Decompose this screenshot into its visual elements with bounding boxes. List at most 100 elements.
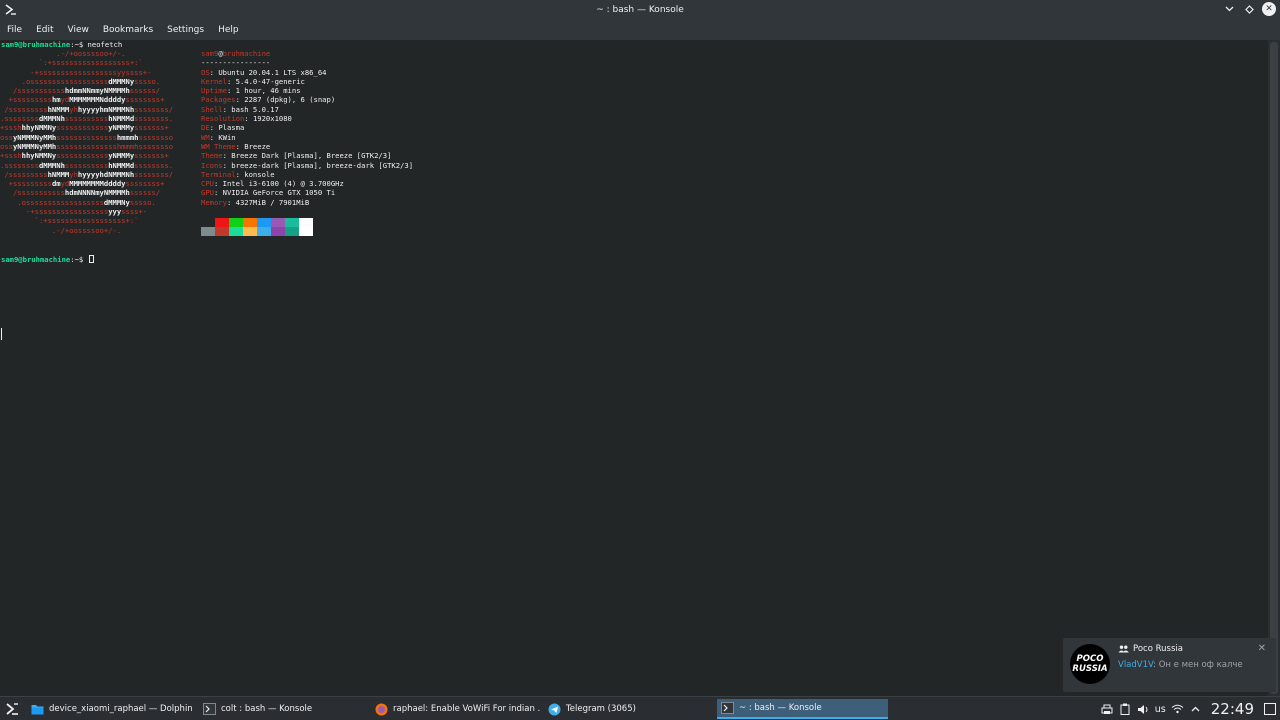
chevron-up-icon[interactable] xyxy=(1189,703,1202,716)
menu-view[interactable]: View xyxy=(68,25,89,35)
konsole-app-icon[interactable] xyxy=(4,3,18,16)
printer-icon[interactable] xyxy=(1101,703,1114,716)
info-key: Theme xyxy=(201,151,223,161)
logo-segment: sssssss+ xyxy=(134,151,169,161)
info-row: Theme: Breeze Dark [Plasma], Breeze [GTK… xyxy=(201,151,413,160)
logo-segment: +sssh xyxy=(0,123,22,133)
logo-segment: ssssssss+ xyxy=(125,95,165,105)
info-colon: : xyxy=(209,123,219,133)
info-user: sam9 xyxy=(201,49,219,58)
palette-swatch xyxy=(201,227,215,236)
info-value: 2287 (dpkg), 6 (snap) xyxy=(244,95,336,105)
logo-row: +ssshhhyNMMNyssssssssssssyNMMMysssssss+ xyxy=(0,151,192,160)
firefox-icon xyxy=(375,703,388,716)
info-key: Terminal xyxy=(201,169,236,179)
info-colon: : xyxy=(213,188,223,198)
palette-swatch xyxy=(243,227,257,236)
task-firefox[interactable]: raphael: Enable VoWiFi For indian ... xyxy=(371,699,541,719)
info-row: WM Theme: Breeze xyxy=(201,142,413,151)
task-dolphin[interactable]: device_xiaomi_raphael — Dolphin xyxy=(27,699,192,719)
scrollbar-thumb[interactable] xyxy=(1270,42,1278,694)
minimize-button[interactable] xyxy=(1222,2,1236,16)
info-value: konsole xyxy=(244,169,275,179)
logo-segment: sssssss+ xyxy=(134,123,169,133)
logo-segment: `:+ssssssssssssssssss+:` xyxy=(0,216,139,226)
show-desktop-icon[interactable] xyxy=(1263,703,1276,716)
logo-segment: sssso. xyxy=(129,197,156,207)
logo-segment: yh xyxy=(69,104,78,114)
telegram-icon xyxy=(548,703,561,716)
maximize-button[interactable] xyxy=(1242,2,1256,16)
info-value: Intel i3-6100 (4) @ 3.700GHz xyxy=(222,179,344,189)
clipboard-icon[interactable] xyxy=(1119,703,1132,716)
logo-segment: .ossssssssssssssssss xyxy=(0,197,104,207)
palette-swatch xyxy=(201,218,215,227)
terminal-icon xyxy=(721,702,734,715)
wifi-icon[interactable] xyxy=(1171,703,1184,716)
logo-row: /ssssssssshNMMMyhhyyyyhdNMMMNhssssssss/ xyxy=(0,170,192,179)
logo-segment: `:+ssssssssssssssssss+:` xyxy=(0,58,143,68)
logo-segment: dMMMNh xyxy=(38,114,65,124)
menu-settings[interactable]: Settings xyxy=(167,25,204,35)
volume-icon[interactable] xyxy=(1137,703,1150,716)
close-button[interactable]: ✕ xyxy=(1262,2,1276,16)
logo-segment: ssss+- xyxy=(121,207,148,217)
logo-row: .ossssssssssssssssssdMMMNysssso. xyxy=(0,198,192,207)
info-colon: : xyxy=(209,67,219,77)
task-telegram[interactable]: Telegram (3065) xyxy=(544,699,715,719)
clock[interactable]: 22:49 xyxy=(1211,700,1254,718)
application-launcher-icon[interactable] xyxy=(3,700,21,718)
logo-segment: dm xyxy=(51,179,61,189)
logo-segment: hNMMMd xyxy=(108,160,135,170)
logo-segment: hhyNMMNy xyxy=(21,123,57,133)
keyboard-layout[interactable]: us xyxy=(1155,704,1166,715)
logo-row: .-/+oossssoo+/-. xyxy=(0,49,192,58)
logo-segment: ssssssssssss xyxy=(56,123,109,133)
palette-swatch xyxy=(285,218,299,227)
palette-swatch xyxy=(257,227,271,236)
logo-row: ossyNMMMNyMMhsssssssssssssshmmmhssssssso xyxy=(0,142,192,151)
task-konsole-colt[interactable]: colt : bash — Konsole xyxy=(199,699,364,719)
info-value: 4327MiB / 7901MiB xyxy=(235,197,310,207)
logo-segment: yNMMMy xyxy=(108,151,135,161)
color-palette xyxy=(201,218,313,236)
logo-segment: .-/+oossssoo+/-. xyxy=(0,49,126,58)
diamond-icon xyxy=(1244,4,1254,14)
info-userhost: sam9@bruhmachine xyxy=(201,49,413,58)
info-key: DE xyxy=(201,123,210,133)
logo-segment: ssssssss+ xyxy=(125,179,165,189)
logo-segment: ssssssss/ xyxy=(134,169,174,179)
logo-segment: hhyNMMNy xyxy=(21,151,57,161)
avatar-line1: POCO xyxy=(1076,654,1104,664)
logo-segment: /sssssssss xyxy=(0,104,48,114)
logo-segment: ssssssssss xyxy=(64,160,109,170)
menu-bookmarks[interactable]: Bookmarks xyxy=(103,25,153,35)
logo-segment: .-/+oossssoo+/-. xyxy=(0,225,122,235)
info-key: CPU xyxy=(201,179,214,189)
info-colon: : xyxy=(235,169,245,179)
telegram-notification[interactable]: POCO RUSSIA Poco Russia VladV1V: Он е ме… xyxy=(1063,638,1276,692)
notification-close-icon[interactable]: ✕ xyxy=(1258,643,1266,654)
palette-swatch xyxy=(285,227,299,236)
window-titlebar[interactable]: ~ : bash — Konsole ✕ xyxy=(0,0,1280,19)
logo-segment: hNMMM xyxy=(47,104,70,114)
logo-segment: ssssssssss xyxy=(64,114,109,124)
palette-swatch xyxy=(215,218,229,227)
info-row: CPU: Intel i3-6100 (4) @ 3.700GHz xyxy=(201,179,413,188)
task-konsole-current[interactable]: ~ : bash — Konsole xyxy=(717,699,888,719)
menu-edit[interactable]: Edit xyxy=(36,25,53,35)
terminal-scrollbar[interactable] xyxy=(1268,40,1280,696)
logo-segment: ssssssss. xyxy=(134,114,174,124)
logo-row: .-/+oossssoo+/-. xyxy=(0,226,192,235)
palette-swatch xyxy=(215,227,229,236)
logo-segment: dMMMNy xyxy=(108,76,135,86)
info-key: Memory xyxy=(201,197,227,207)
task-label: device_xiaomi_raphael — Dolphin xyxy=(49,704,192,714)
logo-segment: hmmmh xyxy=(116,132,139,142)
menu-help[interactable]: Help xyxy=(218,25,239,35)
menu-file[interactable]: File xyxy=(7,25,22,35)
logo-segment: hyyyyhdNMMMNh xyxy=(77,169,135,179)
logo-segment: ssssss/ xyxy=(129,86,161,96)
logo-segment: sssssssssssssshmmmhssssssso xyxy=(56,141,174,151)
info-key: Kernel xyxy=(201,76,227,86)
